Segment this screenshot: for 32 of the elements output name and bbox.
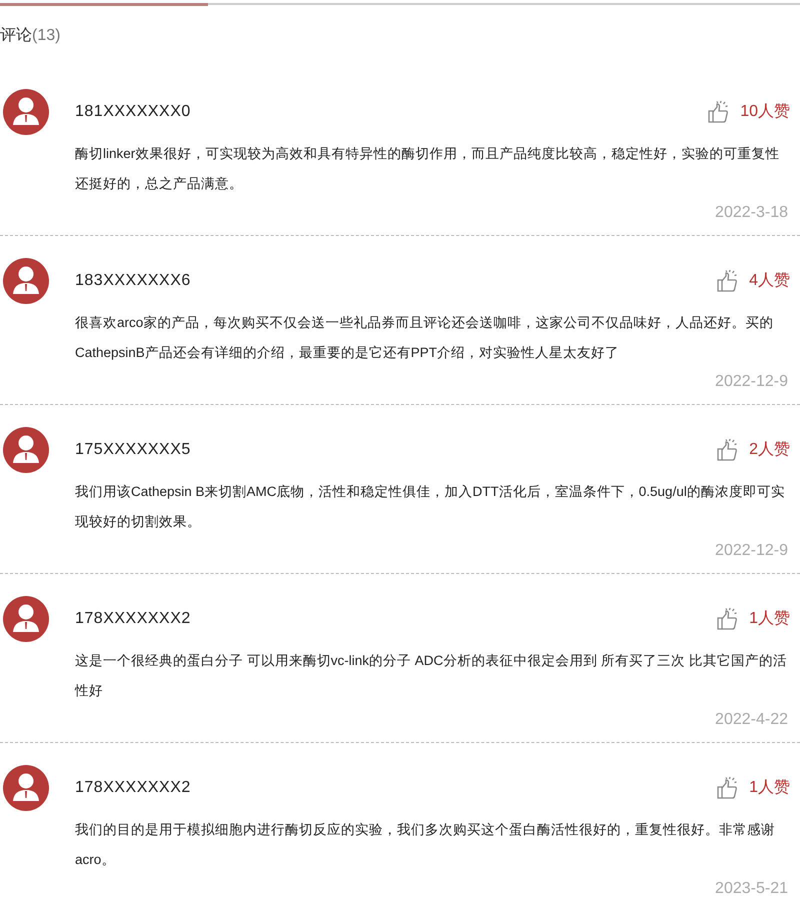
like-count[interactable]: 4人赞	[749, 269, 790, 293]
thumbs-up-icon	[715, 776, 740, 800]
like-count[interactable]: 10人赞	[740, 100, 790, 124]
comment-text: 这是一个很经典的蛋白分子 可以用来酶切vc-link的分子 ADC分析的表征中很定会用到 所有买了三次 比其它国产的活性好	[75, 652, 788, 700]
section-title: 评论	[0, 26, 32, 46]
username: 183XXXXXXX6	[75, 271, 191, 291]
thumbs-up-icon	[715, 607, 740, 631]
like-count[interactable]: 2人赞	[749, 438, 790, 462]
username: 178XXXXXXX2	[75, 609, 191, 629]
comment-date: 2022-3-18	[715, 203, 788, 223]
username: 181XXXXXXX0	[75, 102, 191, 122]
avatar-icon	[3, 596, 49, 642]
avatar-icon	[3, 258, 49, 304]
comment-text: 我们用该Cathepsin B来切割AMC底物，活性和稳定性俱佳，加入DTT活化后，室温条件下，0.5ug/ul的酶浓度即可实现较好的切割效果。	[75, 483, 786, 531]
avatar-icon	[3, 89, 49, 135]
comment-text: 很喜欢arco家的产品，每次购买不仅会送一些礼品券而且评论还会送咖啡，这家公司不仅品味好，人品还好。买的CathepsinB产品还会有详细的介绍，最重要的是它还有PPT介绍，对实验性人星太友好了	[75, 314, 774, 362]
comment-text: 酶切linker效果很好，可实现较为高效和具有特异性的酶切作用，而且产品纯度比较高，稳定性好，实验的可重复性还挺好的，总之产品满意。	[75, 145, 780, 193]
like-count[interactable]: 1人赞	[749, 607, 790, 631]
thumbs-up-icon	[706, 100, 730, 124]
like-count[interactable]: 1人赞	[749, 776, 790, 800]
avatar-icon	[3, 427, 49, 473]
thumbs-up-icon	[715, 269, 740, 293]
comment-date: 2022-12-9	[715, 541, 788, 561]
avatar-icon	[3, 765, 49, 811]
comment-date: 2022-4-22	[715, 710, 788, 730]
comment-count: (13)	[32, 26, 60, 46]
comment-text: 我们的目的是用于模拟细胞内进行酶切反应的实验，我们多次购买这个蛋白酶活性很好的，重复性很好。非常感谢acro。	[75, 821, 776, 869]
comment-date: 2023-5-21	[715, 879, 788, 899]
username: 175XXXXXXX5	[75, 440, 191, 460]
thumbs-up-icon	[715, 438, 740, 462]
comment-date: 2022-12-9	[715, 372, 788, 392]
username: 178XXXXXXX2	[75, 778, 191, 798]
